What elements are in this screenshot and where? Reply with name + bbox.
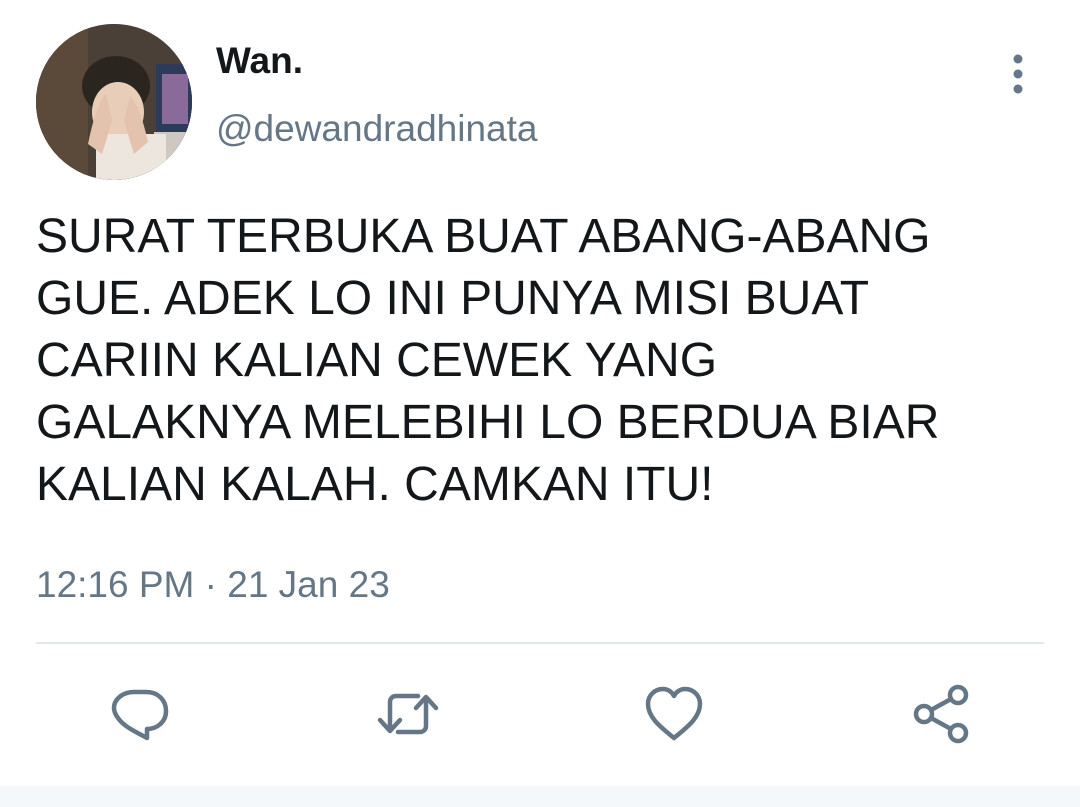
tweet-detail: Wan. @dewandradhinata SURAT TERBUKA BUAT… [0, 0, 1080, 807]
more-options-button[interactable] [996, 52, 1040, 96]
tweet-text: SURAT TERBUKA BUAT ABANG-ABANG GUE. ADEK… [36, 210, 940, 511]
more-vertical-icon [1013, 54, 1023, 94]
heart-icon [645, 686, 703, 741]
bottom-border [0, 786, 1080, 807]
avatar-photo [36, 24, 192, 180]
share-icon [913, 684, 969, 744]
retweet-button[interactable] [374, 680, 442, 748]
avatar[interactable] [36, 24, 192, 180]
reply-button[interactable] [106, 680, 174, 748]
like-button[interactable] [640, 680, 708, 748]
user-handle[interactable]: @dewandradhinata [216, 108, 537, 150]
tweet-timestamp[interactable]: 12:16 PM · 21 Jan 23 [36, 564, 390, 606]
divider [36, 642, 1044, 644]
share-button[interactable] [908, 680, 976, 748]
reply-icon [111, 689, 169, 741]
display-name[interactable]: Wan. [216, 40, 303, 82]
retweet-icon [377, 693, 439, 735]
